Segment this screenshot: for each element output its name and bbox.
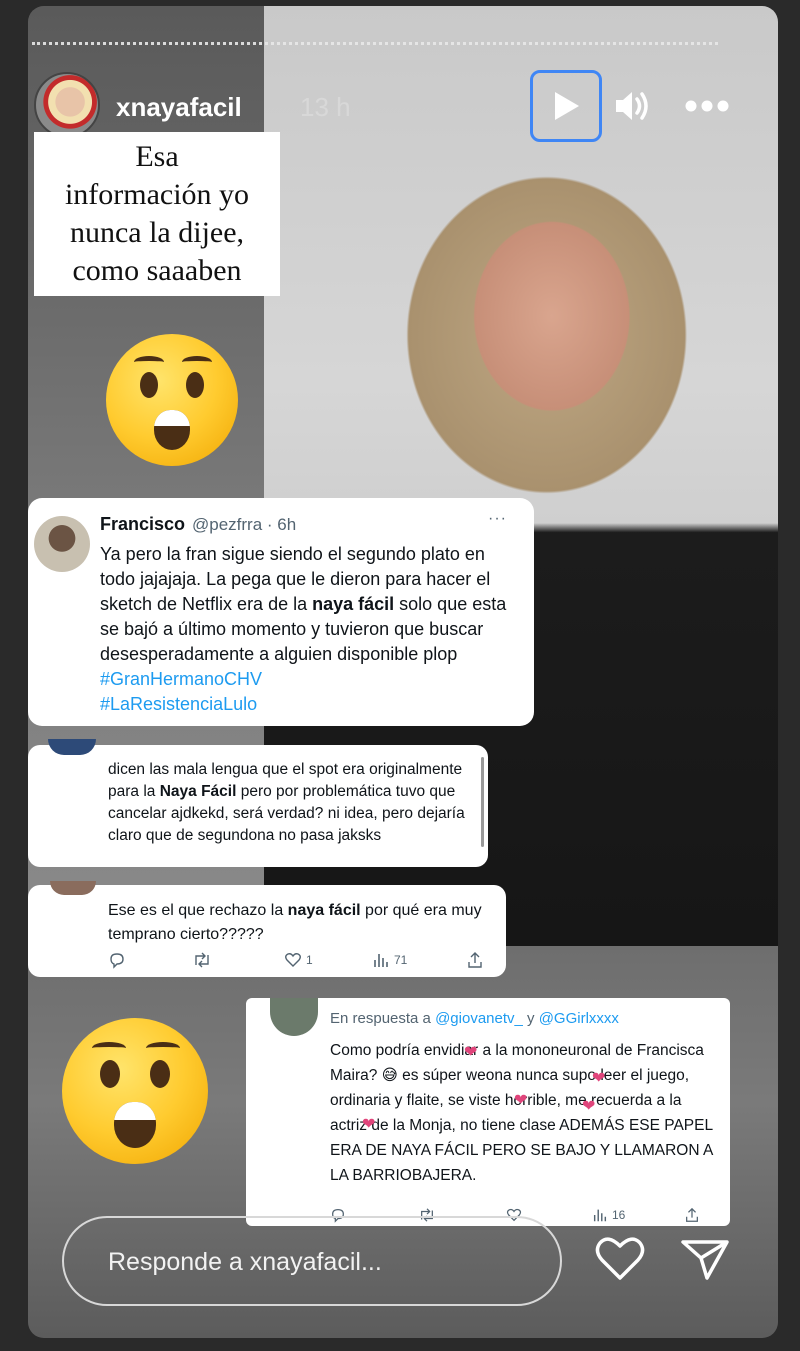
- tweet-more-icon: ···: [488, 510, 507, 527]
- share-icon: [466, 951, 484, 969]
- views-icon: [593, 1209, 607, 1222]
- tweet-screenshot-4: En respuesta a @giovanetv_ y @GGirlxxxx …: [246, 998, 730, 1226]
- post-time: 13 h: [300, 92, 351, 122]
- avatar[interactable]: [34, 72, 100, 138]
- view-count-value: 71: [394, 953, 408, 967]
- story-caption-text: Esa información yo nunca la dijee, como …: [34, 132, 280, 296]
- tweet-text: Ya pero la fran sigue siendo el segundo …: [100, 542, 520, 717]
- reply-conjunction: y: [527, 1010, 535, 1027]
- tweet-text-bold: naya fácil: [312, 594, 395, 614]
- tweet-scrollbar: [481, 757, 484, 847]
- view-count: 71: [372, 951, 407, 969]
- caption-line: como saaaben: [72, 254, 242, 287]
- reply-prefix: En respuesta a: [330, 1010, 431, 1027]
- like-button[interactable]: [594, 1234, 646, 1282]
- like-count: 1: [284, 951, 313, 969]
- story-progress-bar: [32, 42, 718, 45]
- caption-line: nunca la dijee,: [69, 216, 245, 249]
- heart-sticker-icon: ❤: [582, 1098, 596, 1115]
- tweet-avatar: [48, 739, 96, 755]
- views-icon: [374, 954, 388, 967]
- volume-button[interactable]: [612, 86, 652, 126]
- caption-line: información yo: [64, 178, 250, 211]
- caption-line: Esa: [135, 140, 179, 173]
- hashtag: #LaResistenciaLulo: [100, 694, 258, 714]
- send-icon: [681, 1240, 729, 1280]
- heart-icon: [595, 1237, 645, 1280]
- mention: @giovanetv_: [435, 1010, 523, 1027]
- tweet-avatar: [270, 998, 318, 1036]
- share-icon: [684, 1207, 700, 1223]
- username[interactable]: xnayafacil: [116, 92, 242, 123]
- hashtag: #GranHermanoCHV: [100, 669, 263, 689]
- reply-to-line: En respuesta a @giovanetv_ y @GGirlxxxx: [330, 1010, 619, 1027]
- tweet-text: Ese es el que rechazo la naya fácil por …: [108, 899, 488, 947]
- tweet-text-bold: Naya Fácil: [159, 783, 237, 800]
- tweet-actions: 1 71: [108, 951, 488, 969]
- tweet-screenshot-3: Ese es el que rechazo la naya fácil por …: [28, 881, 506, 977]
- astonished-emoji-sticker: [62, 1018, 208, 1164]
- send-button[interactable]: [680, 1238, 730, 1282]
- volume-icon: [616, 92, 648, 120]
- heart-sticker-icon: ❤: [592, 1070, 606, 1087]
- story-header: xnayafacil 13 h: [34, 70, 729, 142]
- play-icon: [555, 92, 579, 120]
- tweet-text: dicen las mala lengua que el spot era or…: [108, 759, 468, 847]
- view-count: 16: [592, 1207, 625, 1223]
- retweet-icon: [192, 951, 212, 969]
- tweet-author-handle: @pezfrra · 6h: [192, 515, 297, 534]
- story-reply-input[interactable]: Responde a xnayafacil...: [62, 1216, 562, 1306]
- heart-sticker-icon: ❤: [362, 1116, 376, 1133]
- reply-placeholder: Responde a xnayafacil...: [108, 1248, 382, 1276]
- tweet-screenshot-1: Francisco @pezfrra · 6h ··· Ya pero la f…: [28, 498, 534, 726]
- astonished-emoji-sticker: [106, 334, 238, 466]
- tweet-avatar: [34, 516, 90, 572]
- view-count-value: 16: [612, 1208, 626, 1222]
- tweet-screenshot-2: dicen las mala lengua que el spot era or…: [28, 739, 488, 867]
- play-button[interactable]: [530, 70, 602, 142]
- tweet-text-bold: naya fácil: [287, 902, 361, 919]
- tweet-text: Como podría envidiar a la mononeuronal d…: [330, 1042, 713, 1184]
- tweet-text-part: Ese es el que rechazo la: [108, 902, 288, 919]
- tweet-avatar: [50, 881, 96, 895]
- heart-sticker-icon: ❤: [514, 1092, 528, 1109]
- like-count-value: 1: [306, 953, 313, 967]
- reply-icon: [108, 951, 126, 969]
- more-options-button[interactable]: [684, 94, 730, 118]
- mention: @GGirlxxxx: [538, 1010, 619, 1027]
- heart-outline-icon: [285, 953, 301, 967]
- tweet-author-name: Francisco: [100, 514, 186, 534]
- more-icon: [685, 100, 729, 112]
- heart-sticker-icon: ❤: [464, 1044, 478, 1061]
